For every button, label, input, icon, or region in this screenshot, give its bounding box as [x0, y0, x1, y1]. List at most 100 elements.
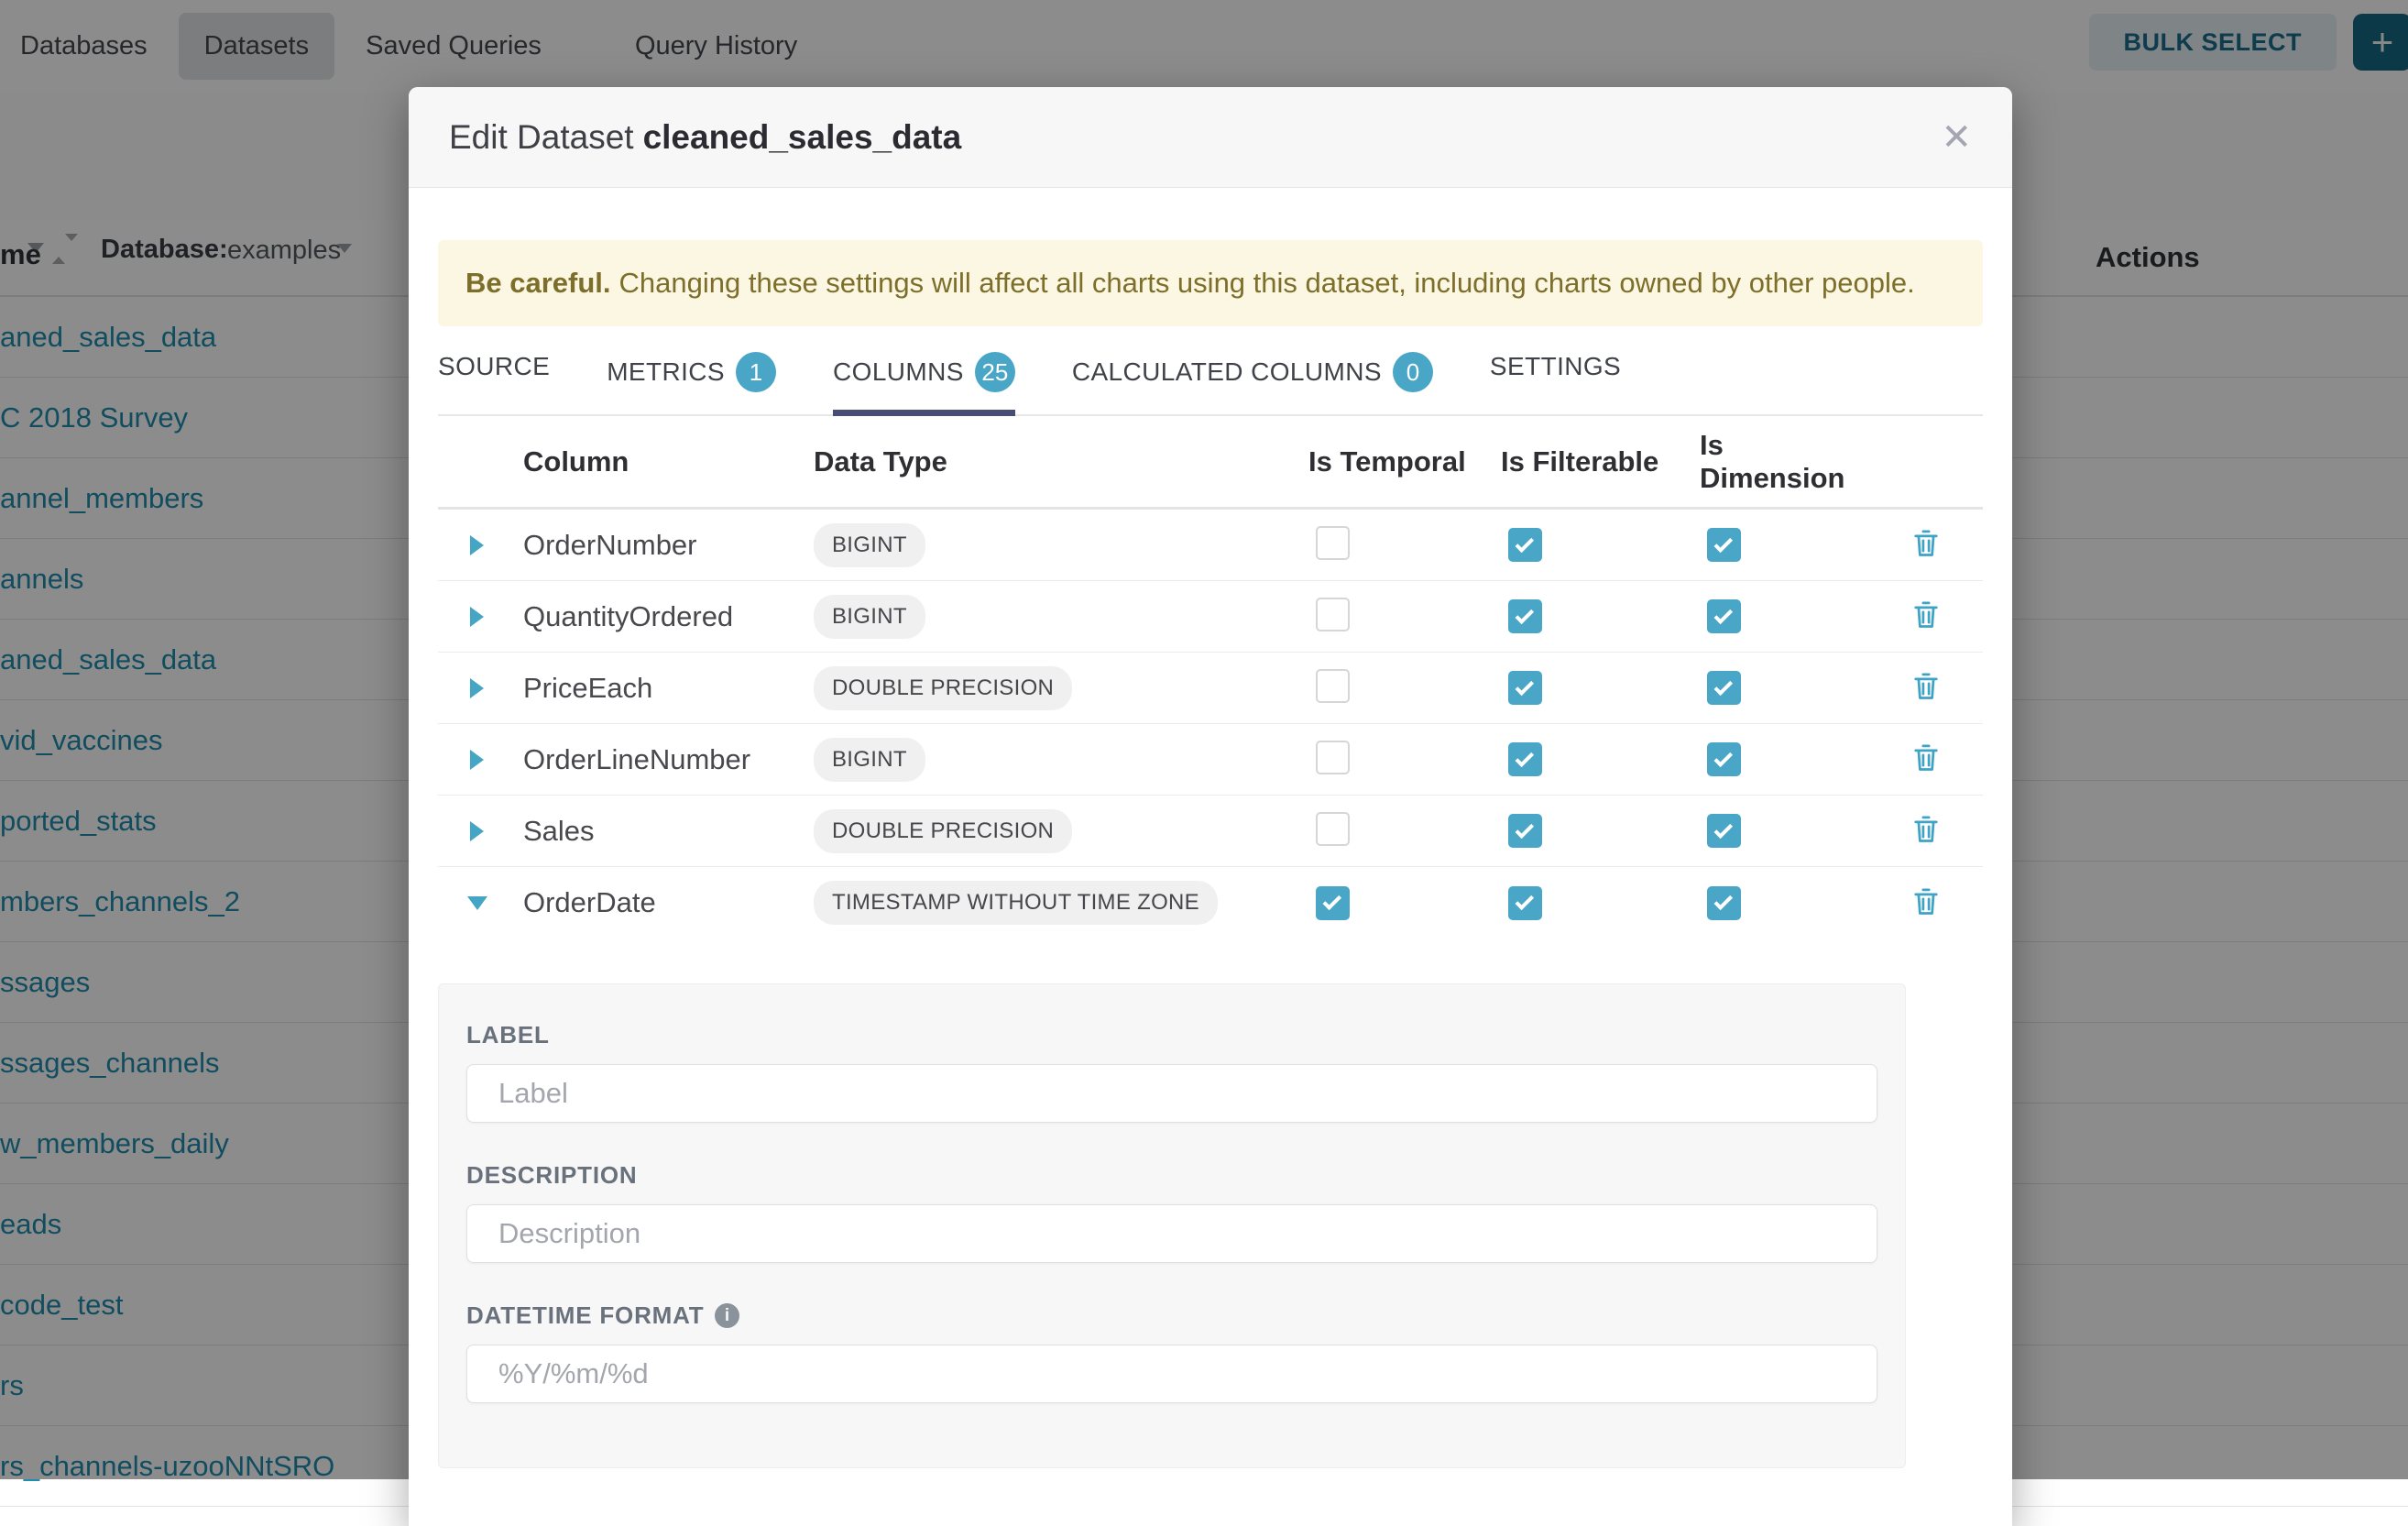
column-name: PriceEach	[516, 672, 806, 705]
check-icon	[1516, 676, 1535, 696]
check-icon	[1516, 892, 1535, 911]
data-type-pill: BIGINT	[814, 523, 925, 567]
is-dimension-cell	[1692, 814, 1869, 848]
datetime-format-label-text: DATETIME FORMAT	[466, 1301, 704, 1330]
delete-column-trash-icon[interactable]	[1912, 599, 1940, 633]
expand-cell	[438, 607, 516, 627]
expand-cell	[438, 896, 516, 910]
data-type-cell: DOUBLE PRECISION	[806, 809, 1301, 853]
expand-caret-icon[interactable]	[470, 821, 484, 841]
tab-source[interactable]: SOURCE	[438, 352, 550, 414]
is-filterable-cell	[1494, 528, 1692, 562]
tab-label: SETTINGS	[1490, 352, 1621, 381]
tab-inner: CALCULATED COLUMNS0	[1072, 352, 1433, 392]
expand-caret-icon[interactable]	[470, 678, 484, 698]
expand-caret-icon[interactable]	[470, 750, 484, 770]
is-temporal-checkbox[interactable]	[1316, 598, 1350, 631]
modal-tabs: SOURCE METRICS 1 COLUMNS25 CALCULATED COLUMN…	[438, 352, 1983, 416]
delete-column-trash-icon[interactable]	[1912, 886, 1940, 920]
columns-table: Column Data Type Is Temporal Is Filterab…	[438, 416, 1983, 939]
check-icon	[1516, 819, 1535, 839]
check-icon	[1516, 605, 1535, 624]
tab-settings[interactable]: SETTINGS	[1490, 352, 1621, 414]
is-temporal-header: Is Temporal	[1301, 445, 1494, 478]
is-dimension-cell	[1692, 886, 1869, 920]
data-type-pill: TIMESTAMP WITHOUT TIME ZONE	[814, 881, 1218, 925]
is-temporal-cell	[1301, 526, 1494, 565]
label-field-label: LABEL	[466, 1021, 1877, 1049]
is-temporal-checkbox[interactable]	[1316, 886, 1350, 920]
is-filterable-cell	[1494, 671, 1692, 705]
tab-count-badge: 1	[736, 352, 776, 392]
is-filterable-checkbox[interactable]	[1508, 528, 1542, 562]
data-type-cell: BIGINT	[806, 523, 1301, 567]
tab-calculated-columns[interactable]: CALCULATED COLUMNS0	[1072, 352, 1433, 414]
is-dimension-checkbox[interactable]	[1707, 528, 1741, 562]
is-filterable-cell	[1494, 742, 1692, 776]
row-actions-cell	[1869, 599, 1983, 633]
check-icon	[1714, 533, 1734, 553]
columns-table-header: Column Data Type Is Temporal Is Filterab…	[438, 416, 1983, 510]
is-dimension-header: Is Dimension	[1692, 429, 1869, 495]
is-temporal-checkbox[interactable]	[1316, 526, 1350, 560]
column-name: Sales	[516, 815, 806, 848]
is-dimension-checkbox[interactable]	[1707, 599, 1741, 633]
is-dimension-cell	[1692, 599, 1869, 633]
column-row-OrderLineNumber: OrderLineNumberBIGINT	[438, 724, 1983, 796]
is-dimension-checkbox[interactable]	[1707, 886, 1741, 920]
tab-label: COLUMNS	[833, 357, 964, 387]
tab-label: SOURCE	[438, 352, 550, 381]
is-temporal-cell	[1301, 812, 1494, 851]
is-temporal-checkbox[interactable]	[1316, 669, 1350, 703]
tab-columns[interactable]: COLUMNS25	[833, 352, 1015, 414]
is-dimension-checkbox[interactable]	[1707, 671, 1741, 705]
is-dimension-checkbox[interactable]	[1707, 742, 1741, 776]
modal-body: Be careful. Changing these settings will…	[409, 240, 2012, 1468]
datetime-format-input[interactable]	[466, 1345, 1877, 1403]
expand-cell	[438, 750, 516, 770]
column-name: OrderLineNumber	[516, 743, 806, 776]
label-input[interactable]	[466, 1064, 1877, 1123]
is-filterable-checkbox[interactable]	[1508, 671, 1542, 705]
data-type-cell: BIGINT	[806, 595, 1301, 639]
tab-inner: SOURCE	[438, 352, 550, 381]
row-actions-cell	[1869, 528, 1983, 562]
tab-metrics[interactable]: METRICS 1	[607, 352, 776, 414]
is-temporal-checkbox[interactable]	[1316, 812, 1350, 846]
column-name: OrderNumber	[516, 529, 806, 562]
is-temporal-checkbox[interactable]	[1316, 741, 1350, 774]
collapse-caret-icon[interactable]	[467, 896, 487, 910]
delete-column-trash-icon[interactable]	[1912, 671, 1940, 705]
column-name: OrderDate	[516, 886, 806, 919]
expand-caret-icon[interactable]	[470, 535, 484, 555]
expand-caret-icon[interactable]	[470, 607, 484, 627]
tab-inner: SETTINGS	[1490, 352, 1621, 381]
modal-title-prefix: Edit Dataset	[449, 118, 634, 156]
is-filterable-checkbox[interactable]	[1508, 814, 1542, 848]
is-dimension-checkbox[interactable]	[1707, 814, 1741, 848]
is-dimension-cell	[1692, 671, 1869, 705]
is-filterable-cell	[1494, 599, 1692, 633]
delete-column-trash-icon[interactable]	[1912, 528, 1940, 562]
edit-dataset-modal: Edit Datasetcleaned_sales_data ✕ Be care…	[409, 87, 2012, 1526]
is-filterable-checkbox[interactable]	[1508, 742, 1542, 776]
data-type-pill: DOUBLE PRECISION	[814, 666, 1072, 710]
is-filterable-cell	[1494, 886, 1692, 920]
is-dimension-cell	[1692, 528, 1869, 562]
datetime-format-field-label: DATETIME FORMAT i	[466, 1301, 1877, 1330]
description-input[interactable]	[466, 1204, 1877, 1263]
is-filterable-checkbox[interactable]	[1508, 886, 1542, 920]
is-dimension-cell	[1692, 742, 1869, 776]
is-filterable-checkbox[interactable]	[1508, 599, 1542, 633]
description-field-label: DESCRIPTION	[466, 1161, 1877, 1190]
info-icon[interactable]: i	[715, 1303, 739, 1328]
delete-column-trash-icon[interactable]	[1912, 814, 1940, 848]
tab-label: METRICS	[607, 357, 725, 387]
check-icon	[1516, 533, 1535, 553]
data-type-cell: TIMESTAMP WITHOUT TIME ZONE	[806, 881, 1301, 925]
close-icon[interactable]: ✕	[1941, 119, 1972, 156]
data-type-header: Data Type	[806, 445, 1301, 478]
delete-column-trash-icon[interactable]	[1912, 742, 1940, 776]
expand-cell	[438, 678, 516, 698]
column-name: QuantityOrdered	[516, 600, 806, 633]
